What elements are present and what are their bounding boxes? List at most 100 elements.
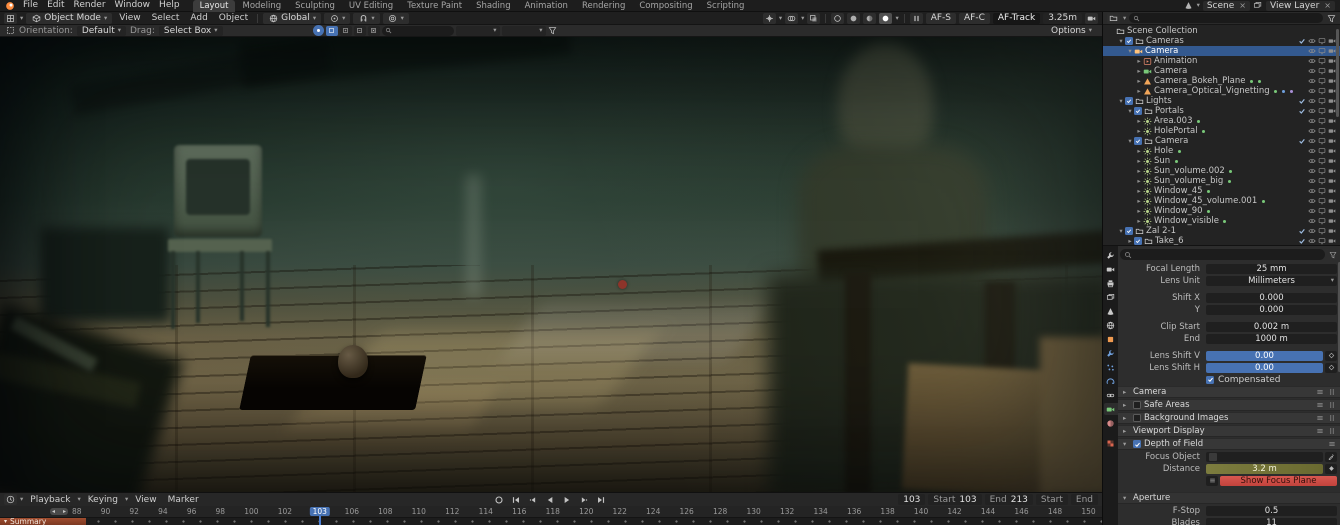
panel-menu-icon[interactable] (1315, 427, 1324, 436)
shift-x-field[interactable]: 0.000 (1206, 293, 1337, 303)
collection-exclude-checkbox[interactable] (1125, 97, 1133, 105)
menu-edit[interactable]: Edit (43, 0, 68, 11)
outliner-row[interactable]: ▾ Portals (1103, 106, 1340, 116)
collection-exclude-checkbox[interactable] (1134, 137, 1142, 145)
editor-type-button[interactable] (4, 494, 17, 505)
workspace-tab-layout[interactable]: Layout (193, 0, 236, 12)
outliner-row[interactable]: ▸HolePortal (1103, 126, 1340, 136)
frame-start-field[interactable]: Start 103 (928, 494, 981, 505)
next-keyframe-button[interactable] (577, 494, 591, 506)
shading-rendered-button[interactable] (879, 13, 892, 24)
disable-in-viewports-toggle[interactable] (1317, 37, 1327, 46)
toggle-xray-button[interactable] (807, 13, 820, 24)
drag-dropdown[interactable]: Select Box ▾ (159, 26, 223, 36)
focus-object-field[interactable] (1206, 452, 1323, 462)
outliner-row[interactable]: ▸ Camera (1103, 66, 1340, 76)
hide-in-viewport-toggle[interactable] (1307, 197, 1317, 206)
collection-enable-checkbox[interactable] (1297, 137, 1307, 146)
timeline-scrollbar[interactable]: ◂▸ (50, 508, 68, 515)
af-distance-field[interactable]: 3.25m (1043, 13, 1082, 24)
pivot-dropdown[interactable]: ▾ (324, 13, 350, 24)
properties-tab-output[interactable] (1104, 277, 1118, 289)
outliner-row[interactable]: ▸Sun_volume_big (1103, 176, 1340, 186)
expand-arrow[interactable]: ▸ (1135, 117, 1143, 125)
shading-wireframe-button[interactable] (831, 13, 844, 24)
workspace-tab-sculpting[interactable]: Sculpting (288, 0, 342, 12)
properties-tab-world[interactable] (1104, 319, 1118, 331)
expand-arrow[interactable]: ▾ (1126, 107, 1134, 115)
properties-tab-view-layer[interactable] (1104, 291, 1118, 303)
expand-arrow[interactable]: ▾ (1117, 227, 1125, 235)
outliner-row[interactable]: ▸Window_visible (1103, 216, 1340, 226)
properties-tab-constraints[interactable] (1104, 389, 1118, 401)
menu-render[interactable]: Render (70, 0, 110, 11)
browse-scene-icon[interactable] (1184, 1, 1194, 11)
hide-in-viewport-toggle[interactable] (1307, 37, 1317, 46)
disable-in-viewports-toggle[interactable] (1317, 57, 1327, 66)
f-stop-field[interactable]: 0.5 (1206, 506, 1337, 516)
af-c-button[interactable]: AF-C (959, 13, 990, 24)
distance-slider[interactable]: 3.2 m (1206, 464, 1323, 474)
section-camera[interactable]: ▸ Camera (1118, 386, 1340, 398)
hide-in-viewport-toggle[interactable] (1307, 107, 1317, 116)
clip-start-field[interactable]: 0.002 m (1206, 322, 1337, 332)
panel-menu-icon[interactable] (1315, 401, 1324, 410)
transform-orientation-dropdown[interactable]: Global ▾ (263, 13, 321, 24)
disable-in-viewports-toggle[interactable] (1317, 77, 1327, 86)
outliner-item-label[interactable]: Camera (1154, 66, 1187, 76)
disable-in-renders-toggle[interactable] (1327, 117, 1337, 126)
expand-arrow[interactable]: ▸ (1135, 177, 1143, 185)
properties-tab-scene[interactable] (1104, 305, 1118, 317)
properties-tab-tool[interactable] (1104, 249, 1118, 261)
hide-in-viewport-toggle[interactable] (1307, 87, 1317, 96)
checkbox-unchecked-icon[interactable] (1133, 401, 1141, 409)
workspace-tab-uv-editing[interactable]: UV Editing (342, 0, 400, 12)
disable-in-renders-toggle[interactable] (1327, 227, 1337, 236)
collection-exclude-checkbox[interactable] (1125, 227, 1133, 235)
lens-shift-v-slider[interactable]: 0.00 (1206, 351, 1323, 361)
expand-arrow[interactable]: ▸ (1135, 87, 1143, 95)
hide-in-viewport-toggle[interactable] (1307, 137, 1317, 146)
drag-dots-icon[interactable] (1327, 427, 1336, 436)
outliner-row[interactable]: ▸Window_90 (1103, 206, 1340, 216)
collection-exclude-checkbox[interactable] (1134, 107, 1142, 115)
workspace-tab-rendering[interactable]: Rendering (575, 0, 632, 12)
select-mode-new-button[interactable] (326, 26, 338, 36)
expand-arrow[interactable]: ▾ (1117, 37, 1125, 45)
menu-window[interactable]: Window (111, 0, 155, 11)
options-dropdown[interactable]: Options ▾ (1046, 26, 1097, 36)
outliner-row[interactable]: ▸Sun (1103, 156, 1340, 166)
disable-in-renders-toggle[interactable] (1327, 237, 1337, 246)
menu-playback[interactable]: Playback (26, 495, 74, 505)
outliner-row[interactable]: ▸Camera_Optical_Vignetting (1103, 86, 1340, 96)
hide-in-viewport-toggle[interactable] (1307, 77, 1317, 86)
shift-y-field[interactable]: 0.000 (1206, 305, 1337, 315)
section-viewport-display[interactable]: ▸ Viewport Display (1118, 425, 1340, 437)
disable-in-renders-toggle[interactable] (1327, 137, 1337, 146)
outliner-item-label[interactable]: Zal 2-1 (1146, 226, 1176, 236)
section-aperture[interactable]: ▾ Aperture (1118, 492, 1340, 504)
auto-keying-toggle[interactable] (492, 494, 506, 506)
outliner-item-label[interactable]: Hole (1154, 146, 1173, 156)
camera-view-button[interactable] (1085, 13, 1098, 24)
disable-in-viewports-toggle[interactable] (1317, 207, 1327, 216)
hide-in-viewport-toggle[interactable] (1307, 177, 1317, 186)
editor-type-button[interactable] (4, 13, 17, 24)
disable-in-renders-toggle[interactable] (1327, 157, 1337, 166)
outliner-scrollbar[interactable] (1336, 29, 1339, 117)
menu-marker[interactable]: Marker (164, 495, 203, 505)
properties-tab-physics[interactable] (1104, 375, 1118, 387)
outliner-row[interactable]: ▸Take_6 (1103, 236, 1340, 245)
disable-in-viewports-toggle[interactable] (1317, 157, 1327, 166)
expand-arrow[interactable]: ▸ (1135, 147, 1143, 155)
expand-arrow[interactable]: ▸ (1135, 217, 1143, 225)
hide-in-viewport-toggle[interactable] (1307, 167, 1317, 176)
hide-in-viewport-toggle[interactable] (1307, 47, 1317, 56)
expand-arrow[interactable]: ▸ (1135, 67, 1143, 75)
outliner-row[interactable]: ▸Window_45 (1103, 186, 1340, 196)
disable-in-viewports-toggle[interactable] (1317, 137, 1327, 146)
section-background-images[interactable]: ▸ Background Images (1118, 412, 1340, 424)
preview-range-end-button[interactable]: End (1071, 494, 1098, 505)
outliner-item-label[interactable]: Portals (1155, 106, 1184, 116)
show-focus-plane-button[interactable]: Show Focus Plane (1220, 476, 1337, 486)
